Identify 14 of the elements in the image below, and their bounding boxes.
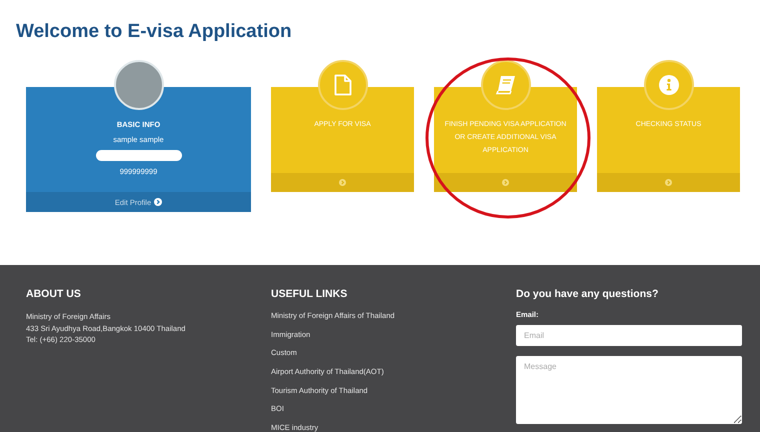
page-title: Welcome to E-visa Application — [15, 20, 293, 43]
document-icon — [334, 74, 352, 96]
chevron-circle-icon — [339, 179, 346, 186]
info-icon — [659, 75, 679, 95]
chevron-circle-icon — [665, 179, 672, 186]
chevron-circle-icon — [502, 179, 509, 186]
email-field[interactable]: Email — [516, 325, 742, 346]
chevron-circle-icon — [154, 198, 162, 206]
footer-heading: USEFUL LINKS — [271, 288, 348, 300]
message-field[interactable]: Message — [516, 356, 742, 424]
avatar-photo — [114, 60, 164, 110]
footer-heading: Do you have any questions? — [516, 288, 660, 300]
book-icon — [495, 75, 517, 95]
footer-heading: ABOUT US — [26, 288, 82, 300]
